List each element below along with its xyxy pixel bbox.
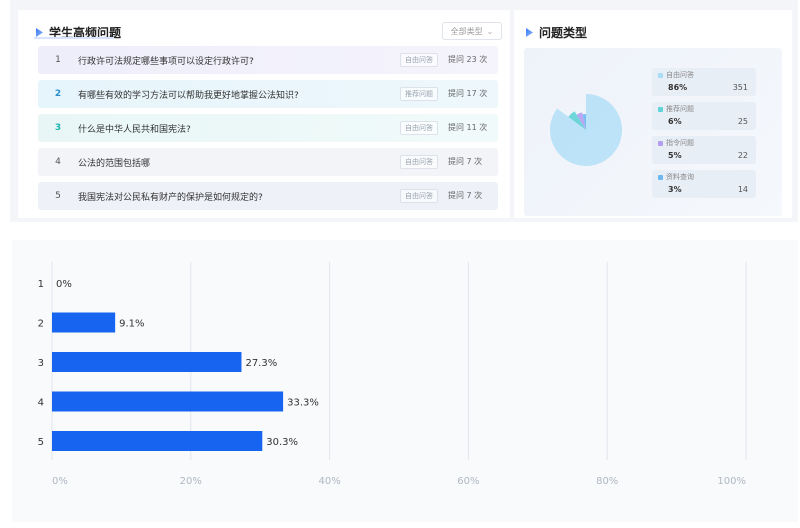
bar-value-label: 33.3%	[287, 398, 319, 409]
x-tick-label: 100%	[717, 476, 746, 487]
x-tick-label: 20%	[180, 476, 202, 487]
category-label: 5	[38, 437, 44, 448]
chart-gridlines: 0% 20% 40% 60% 80% 100%	[51, 262, 747, 487]
x-tick-label: 80%	[596, 476, 618, 487]
x-tick-label: 40%	[318, 476, 340, 487]
bar-value-label: 27.3%	[245, 358, 277, 369]
bar[interactable]	[52, 391, 284, 412]
bar-value-label: 0%	[56, 279, 72, 290]
distribution-bar-chart: 0% 20% 40% 60% 80% 100% 1 0% 2 9.1% 3 27.3% 4 33.3% 5…	[38, 262, 747, 487]
bar[interactable]	[52, 431, 263, 451]
x-tick-label: 60%	[457, 476, 479, 487]
x-tick-label: 0%	[52, 476, 68, 487]
bar-value-label: 30.3%	[266, 437, 298, 448]
bar-value-label: 9.1%	[119, 319, 144, 330]
category-label: 1	[38, 279, 44, 290]
chart-bars: 1 0% 2 9.1% 3 27.3% 4 33.3% 5 30.3%	[38, 279, 319, 451]
bar[interactable]	[52, 312, 116, 333]
bar[interactable]	[52, 352, 242, 372]
category-label: 2	[38, 319, 44, 330]
category-label: 3	[38, 358, 44, 369]
category-label: 4	[38, 398, 44, 409]
